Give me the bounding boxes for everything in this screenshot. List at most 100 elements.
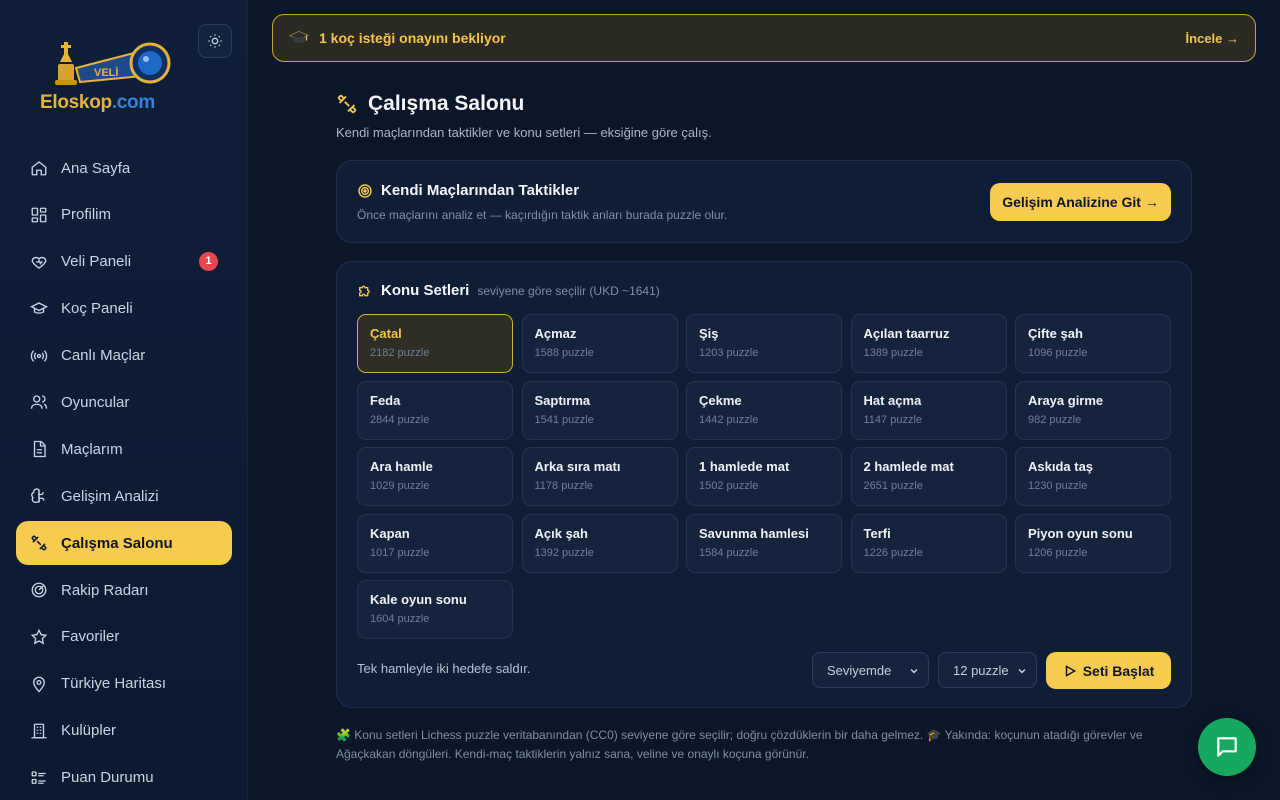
sidebar-item-label: Ana Sayfa bbox=[61, 159, 131, 177]
topic-tile[interactable]: Hat açma 1147 puzzle bbox=[850, 380, 1007, 440]
topic-tile[interactable]: Açık şah 1392 puzzle bbox=[521, 513, 678, 573]
own-tactics-card: Kendi Maçlarından Taktikler Önce maçları… bbox=[336, 160, 1192, 243]
topic-tile[interactable]: Çekme 1442 puzzle bbox=[686, 380, 842, 440]
topic-count: 1502 puzzle bbox=[699, 480, 759, 492]
sidebar-item-veli-paneli[interactable]: Veli Paneli 1 bbox=[16, 240, 232, 284]
dumbbell-icon bbox=[30, 534, 48, 552]
users-icon bbox=[30, 393, 48, 411]
sidebar-item-puan-durumu[interactable]: Puan Durumu bbox=[16, 756, 232, 800]
topic-tile[interactable]: Terfi 1226 puzzle bbox=[850, 513, 1007, 573]
radar-icon bbox=[30, 581, 48, 599]
sidebar-item-profilim[interactable]: Profilim bbox=[16, 193, 232, 237]
topic-tile[interactable]: Kale oyun sonu 1604 puzzle bbox=[357, 580, 513, 639]
topic-name: Araya girme bbox=[1028, 392, 1104, 408]
topic-name: Feda bbox=[370, 392, 401, 408]
chat-button[interactable] bbox=[1198, 718, 1256, 776]
topic-tile[interactable]: Piyon oyun sonu 1206 puzzle bbox=[1015, 513, 1171, 573]
topic-name: Açık şah bbox=[534, 525, 588, 541]
level-select-value: Seviyemde bbox=[827, 662, 892, 678]
sidebar-item-oyuncular[interactable]: Oyuncular bbox=[16, 380, 232, 424]
sidebar-item-favoriler[interactable]: Favoriler bbox=[16, 615, 232, 659]
sidebar-item-rakip-radari[interactable]: Rakip Radarı bbox=[16, 568, 232, 612]
sidebar-item-label: Canlı Maçlar bbox=[61, 347, 146, 365]
play-icon bbox=[1063, 664, 1077, 678]
topic-tile[interactable]: Saptırma 1541 puzzle bbox=[521, 380, 678, 440]
topic-description: Tek hamleyle iki hedefe saldır. bbox=[357, 661, 531, 676]
own-tactics-title: Kendi Maçlarından Taktikler bbox=[357, 182, 579, 199]
topic-name: Açılan taarruz bbox=[863, 326, 950, 341]
sidebar-item-kulupler[interactable]: Kulüpler bbox=[16, 709, 232, 753]
sidebar-item-canli-maclar[interactable]: Canlı Maçlar bbox=[16, 334, 232, 378]
topic-name: Savunma hamlesi bbox=[699, 525, 809, 541]
sidebar-item-ana-sayfa[interactable]: Ana Sayfa bbox=[16, 146, 232, 190]
theme-toggle-button[interactable] bbox=[198, 24, 232, 58]
topic-tile[interactable]: Çatal 2182 puzzle bbox=[357, 314, 513, 373]
topic-name: Çekme bbox=[699, 392, 742, 408]
topic-count: 1584 puzzle bbox=[699, 546, 759, 559]
topic-tile[interactable]: 2 hamlede mat 2651 puzzle bbox=[850, 447, 1007, 506]
sidebar-item-label: Puan Durumu bbox=[61, 769, 154, 787]
topic-tile[interactable]: 1 hamlede mat 1502 puzzle bbox=[686, 447, 842, 506]
topic-name: Saptırma bbox=[534, 392, 591, 408]
sidebar-item-label: Veli Paneli bbox=[61, 253, 132, 271]
topic-tile[interactable]: Ara hamle 1029 puzzle bbox=[357, 447, 513, 506]
logo-wordmark: Eloskop.com bbox=[40, 92, 155, 113]
sidebar-item-label: Profilim bbox=[61, 206, 112, 224]
sun-icon bbox=[208, 34, 222, 48]
home-icon bbox=[30, 159, 48, 177]
target-icon bbox=[357, 183, 373, 199]
own-tactics-title-text: Kendi Maçlarından Taktikler bbox=[381, 182, 580, 199]
topic-name: Çatal bbox=[370, 326, 402, 341]
topic-tile[interactable]: Açılan taarruz 1389 puzzle bbox=[850, 314, 1007, 373]
chat-bubble-icon bbox=[1217, 737, 1237, 757]
page-title: Çalışma Salonu bbox=[336, 92, 524, 116]
start-set-label: Seti Başlat bbox=[1082, 662, 1155, 679]
topic-tile[interactable]: Şiş 1203 puzzle bbox=[686, 314, 842, 373]
building-icon bbox=[30, 722, 48, 740]
topic-name: Piyon oyun sonu bbox=[1028, 525, 1133, 541]
topic-name: Ara hamle bbox=[370, 459, 433, 474]
topic-tile[interactable]: Çifte şah 1096 puzzle bbox=[1015, 314, 1171, 373]
review-link[interactable]: İncele → bbox=[1186, 31, 1239, 46]
sidebar-nav: Ana Sayfa Profilim Veli Paneli 1 Koç Pan… bbox=[16, 146, 232, 800]
notification-badge: 1 bbox=[199, 251, 218, 271]
document-icon bbox=[30, 440, 48, 458]
topic-name: Şiş bbox=[699, 326, 719, 341]
topic-name: Arka sıra matı bbox=[534, 459, 621, 474]
sidebar-item-label: Türkiye Haritası bbox=[61, 675, 167, 693]
topic-count: 1017 puzzle bbox=[370, 546, 430, 559]
sidebar-item-label: Çalışma Salonu bbox=[61, 534, 173, 552]
topic-tile[interactable]: Arka sıra matı 1178 puzzle bbox=[521, 447, 678, 506]
topic-tile[interactable]: Açmaz 1588 puzzle bbox=[521, 314, 678, 373]
go-to-analysis-button[interactable]: Gelişim Analizine Git → bbox=[990, 183, 1171, 221]
topic-tile[interactable]: Feda 2844 puzzle bbox=[357, 380, 513, 440]
footnote: 🧩 Konu setleri Lichess puzzle veritabanı… bbox=[336, 728, 1143, 761]
topic-tile[interactable]: Askıda taş 1230 puzzle bbox=[1015, 447, 1171, 506]
sidebar-item-koc-paneli[interactable]: Koç Paneli bbox=[16, 287, 232, 331]
topic-tile[interactable]: Kapan 1017 puzzle bbox=[357, 513, 513, 573]
grid-icon bbox=[30, 206, 48, 224]
topic-name: Hat açma bbox=[863, 392, 922, 408]
topic-tile[interactable]: Savunma hamlesi 1584 puzzle bbox=[686, 513, 842, 573]
sidebar: VELİ Eloskop.com Ana Sayfa Profilim Veli… bbox=[0, 0, 248, 800]
broadcast-icon bbox=[30, 347, 48, 365]
topic-name: Açmaz bbox=[534, 326, 577, 341]
sidebar-item-gelisim-analizi[interactable]: Gelişim Analizi bbox=[16, 474, 232, 518]
sidebar-item-maclarim[interactable]: Maçlarım bbox=[16, 427, 232, 471]
level-select[interactable]: Seviyemde bbox=[812, 652, 929, 688]
topic-count: 1442 puzzle bbox=[699, 413, 759, 426]
star-icon bbox=[30, 628, 48, 646]
topic-count: 1226 puzzle bbox=[863, 546, 923, 559]
start-set-button[interactable]: Seti Başlat bbox=[1046, 652, 1171, 689]
topic-sets-card: Konu Setleri seviyene göre seçilir (UKD … bbox=[336, 261, 1192, 708]
sidebar-item-calisma-salonu[interactable]: Çalışma Salonu bbox=[16, 521, 232, 566]
sidebar-item-turkiye-haritasi[interactable]: Türkiye Haritası bbox=[16, 662, 232, 706]
topic-count: 1588 puzzle bbox=[534, 347, 594, 359]
count-select[interactable]: 12 puzzle bbox=[938, 652, 1037, 688]
topic-tile[interactable]: Araya girme 982 puzzle bbox=[1015, 380, 1171, 440]
graduation-cap-icon bbox=[288, 28, 310, 48]
topic-name: Kale oyun sonu bbox=[370, 592, 467, 607]
puzzle-icon bbox=[357, 283, 373, 299]
topic-count: 1389 puzzle bbox=[863, 347, 923, 359]
sidebar-item-label: Koç Paneli bbox=[61, 300, 133, 318]
